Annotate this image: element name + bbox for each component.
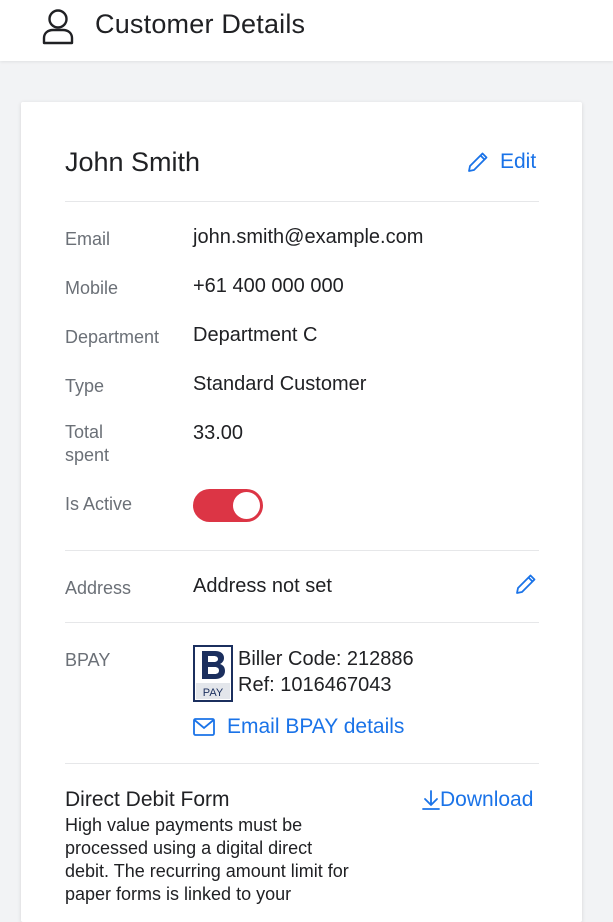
person-icon [42,9,74,45]
total-spent-value: 33.00 [193,422,244,444]
edit-customer-button[interactable]: Edit [466,150,536,174]
toggle-knob [233,492,260,519]
total-spent-label: Total spent [65,422,110,465]
direct-debit-description: High value payments must be processed us… [65,815,349,904]
email-bpay-label: Email BPAY details [227,715,405,738]
department-label: Department [65,327,160,347]
divider [65,622,539,623]
download-label: Download [440,788,534,811]
address-label: Address [65,578,132,598]
is-active-label: Is Active [65,494,133,514]
biller-ref: Ref: 1016467043 [238,674,392,696]
bpay-label: BPAY [65,650,111,670]
bpay-logo-icon: PAY [193,645,233,702]
divider [65,201,539,202]
mobile-label: Mobile [65,278,119,298]
type-value: Standard Customer [193,373,367,395]
page-title: Customer Details [95,9,306,39]
divider [65,550,539,551]
email-label: Email [65,229,111,249]
edit-label: Edit [500,150,537,173]
email-value: john.smith@example.com [193,226,424,248]
download-icon [422,790,440,810]
pencil-icon[interactable] [514,572,538,596]
address-value: Address not set [193,575,332,597]
mobile-value: +61 400 000 000 [193,275,344,297]
app-header: Customer Details [0,0,613,61]
envelope-icon [193,718,215,736]
email-bpay-details-button[interactable]: Email BPAY details [193,715,404,739]
divider [65,763,539,764]
customer-card: John Smith Edit Email john.smith@example… [21,102,582,922]
biller-code: Biller Code: 212886 [238,648,414,670]
bpay-logo-text: PAY [203,687,224,699]
type-label: Type [65,376,105,396]
direct-debit-title: Direct Debit Form [65,788,230,811]
is-active-toggle[interactable] [193,489,263,522]
download-button[interactable]: Download [422,788,533,812]
department-value: Department C [193,324,318,346]
pencil-icon [468,152,488,172]
customer-name: John Smith [65,147,201,177]
